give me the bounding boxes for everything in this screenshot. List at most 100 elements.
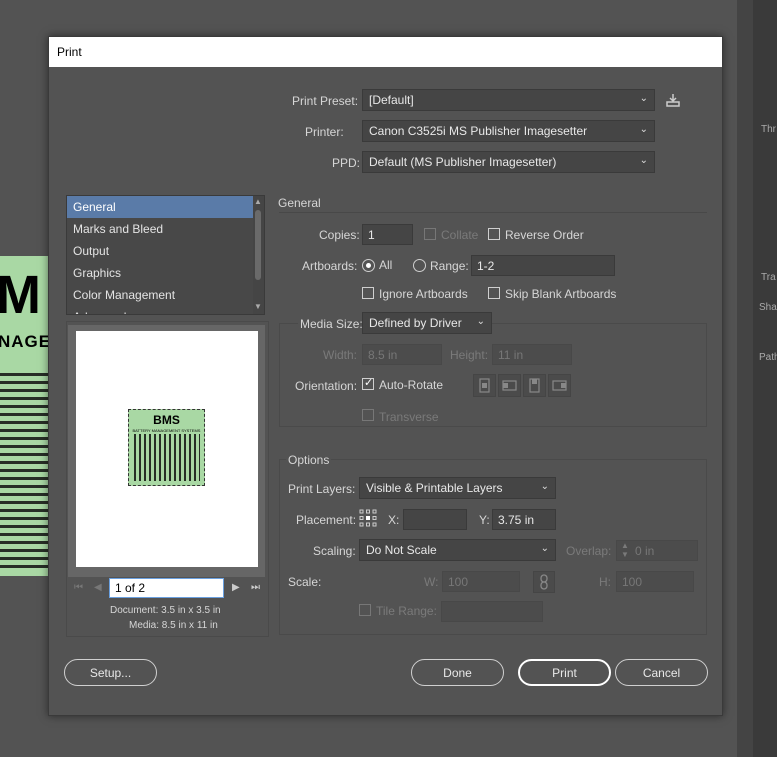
ppd-value: Default (MS Publisher Imagesetter) (369, 155, 557, 169)
save-preset-icon[interactable] (665, 93, 681, 107)
preview-artwork: BMS BATTERY MANAGEMENT SYSTEMS (128, 409, 205, 486)
category-advanced[interactable]: Advanced (67, 306, 264, 314)
h-label: H: (599, 575, 611, 589)
media-size-select[interactable]: Defined by Driver ⌄ (362, 312, 492, 334)
dialog-title: Print (49, 37, 722, 67)
skip-blank-label: Skip Blank Artboards (505, 287, 617, 301)
chevron-down-icon: ⌄ (639, 155, 648, 166)
scale-label: Scale: (288, 575, 322, 589)
overlap-label: Overlap: (566, 544, 612, 558)
y-field[interactable]: 3.75 in (492, 509, 556, 530)
transverse-checkbox[interactable] (362, 409, 374, 421)
print-preset-label: Print Preset: (292, 94, 359, 108)
first-page-icon[interactable]: ⏮ (74, 582, 83, 593)
height-label: Height: (450, 348, 489, 362)
print-layers-label: Print Layers: (288, 482, 356, 496)
scaling-value: Do Not Scale (366, 543, 437, 557)
chevron-down-icon: ⌄ (639, 124, 648, 135)
print-button[interactable]: Print (518, 659, 611, 686)
reverse-order-checkbox[interactable] (488, 228, 500, 240)
options-heading: Options (286, 453, 332, 467)
artboards-range-radio[interactable] (413, 259, 426, 272)
category-list: General Marks and Bleed Output Graphics … (66, 195, 265, 315)
panel-label-thr: Thr (761, 124, 776, 135)
artboards-label: Artboards: (302, 259, 358, 273)
setup-button[interactable]: Setup... (64, 659, 157, 686)
artboards-all-label: All (379, 258, 393, 272)
width-field[interactable]: 8.5 in (362, 344, 442, 365)
tile-range-checkbox[interactable] (359, 604, 371, 616)
preview-art-subtitle: BATTERY MANAGEMENT SYSTEMS (132, 428, 201, 433)
canvas-artwork: M NAGEM (0, 256, 49, 576)
done-button[interactable]: Done (411, 659, 504, 686)
placement-label: Placement: (296, 513, 357, 527)
print-layers-value: Visible & Printable Layers (366, 481, 503, 495)
chevron-down-icon: ⌄ (639, 93, 648, 104)
height-field[interactable]: 11 in (492, 344, 572, 365)
landscape-icon[interactable] (498, 374, 521, 397)
x-field[interactable] (403, 509, 467, 530)
preview-art-pcb (134, 434, 200, 481)
category-scrollbar[interactable]: ▲ ▼ (253, 196, 264, 314)
skip-blank-checkbox[interactable] (488, 287, 500, 299)
chevron-down-icon: ⌄ (476, 316, 485, 327)
landscape-flipped-icon[interactable] (548, 374, 571, 397)
panel-label-tra: Tra (761, 272, 776, 283)
media-size-text: Media: 8.5 in x 11 in (129, 620, 218, 631)
category-marks-and-bleed[interactable]: Marks and Bleed (67, 218, 264, 240)
print-dialog: Print Print Preset: [Default] ⌄ Printer:… (48, 36, 723, 716)
ignore-artboards-checkbox[interactable] (362, 287, 374, 299)
category-color-management[interactable]: Color Management (67, 284, 264, 306)
scaling-select[interactable]: Do Not Scale ⌄ (359, 539, 556, 561)
orientation-label: Orientation: (295, 379, 358, 393)
last-page-icon[interactable]: ⏭ (251, 582, 260, 593)
ignore-artboards-label: Ignore Artboards (379, 287, 468, 301)
scaling-label: Scaling: (313, 544, 356, 558)
category-graphics[interactable]: Graphics (67, 262, 264, 284)
app-side-panel: Thr Tra Sha Path (753, 0, 777, 757)
scroll-thumb[interactable] (255, 210, 261, 280)
category-output[interactable]: Output (67, 240, 264, 262)
printer-select[interactable]: Canon C3525i MS Publisher Imagesetter ⌄ (362, 120, 655, 142)
print-preset-select[interactable]: [Default] ⌄ (362, 89, 655, 111)
transverse-label: Transverse (379, 410, 439, 424)
w-field[interactable]: 100 (442, 571, 520, 592)
auto-rotate-label: Auto-Rotate (379, 378, 444, 392)
placement-grid-icon[interactable] (359, 509, 377, 527)
w-label: W: (424, 575, 439, 589)
canvas-art-pcb (0, 368, 49, 568)
document-size-text: Document: 3.5 in x 3.5 in (110, 605, 221, 616)
print-layers-select[interactable]: Visible & Printable Layers ⌄ (359, 477, 556, 499)
prev-page-icon[interactable]: ◀ (94, 582, 102, 593)
range-field[interactable]: 1-2 (471, 255, 615, 276)
page-number-field[interactable]: 1 of 2 (109, 578, 224, 598)
portrait-icon[interactable] (473, 374, 496, 397)
scroll-up-icon[interactable]: ▲ (254, 197, 262, 206)
tile-range-label: Tile Range: (376, 604, 437, 618)
artboards-all-radio[interactable] (362, 259, 375, 272)
collate-checkbox[interactable] (424, 228, 436, 240)
cancel-button[interactable]: Cancel (615, 659, 708, 686)
panel-label-sha: Sha (759, 302, 777, 313)
category-general[interactable]: General (67, 196, 264, 218)
printer-value: Canon C3525i MS Publisher Imagesetter (369, 124, 588, 138)
artboards-range-label: Range: (430, 259, 469, 273)
copies-field[interactable]: 1 (362, 224, 413, 245)
printer-label: Printer: (305, 125, 344, 139)
canvas-art-letter: M (0, 265, 41, 325)
scroll-down-icon[interactable]: ▼ (254, 302, 262, 311)
portrait-flipped-icon[interactable] (523, 374, 546, 397)
general-heading: General (278, 196, 321, 210)
panel-label-path: Path (759, 352, 777, 363)
stepper-icon[interactable]: ▲ ▼ (621, 541, 629, 559)
chevron-down-icon: ⌄ (540, 543, 549, 554)
link-icon[interactable] (533, 571, 555, 593)
next-page-icon[interactable]: ▶ (232, 582, 240, 593)
auto-rotate-checkbox[interactable] (362, 376, 374, 390)
ppd-select[interactable]: Default (MS Publisher Imagesetter) ⌄ (362, 151, 655, 173)
preview-art-title: BMS (153, 413, 180, 427)
h-field[interactable]: 100 (616, 571, 694, 592)
tile-range-field[interactable] (441, 601, 543, 622)
copies-label: Copies: (319, 228, 360, 242)
y-label: Y: (479, 513, 490, 527)
